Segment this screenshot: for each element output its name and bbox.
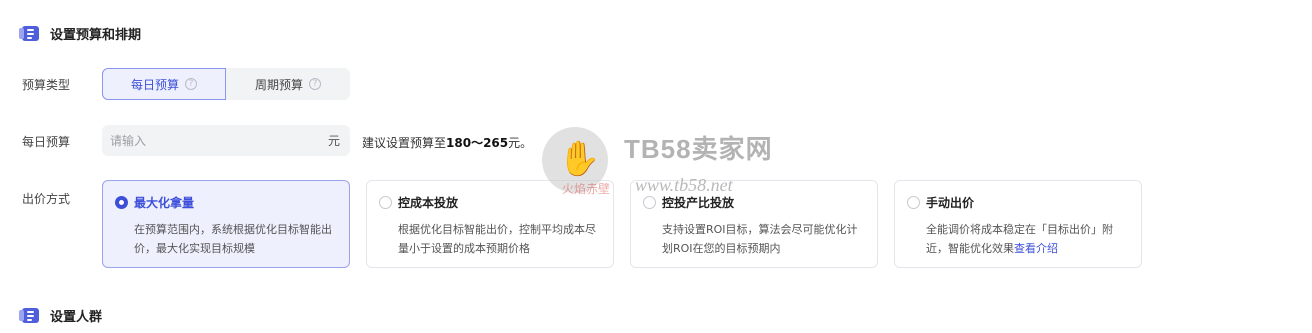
view-intro-link[interactable]: 查看介绍: [1014, 242, 1058, 255]
budget-type-toggle: 每日预算 ? 周期预算 ?: [102, 68, 350, 100]
card-head: 最大化拿量: [115, 194, 194, 211]
help-icon[interactable]: ?: [309, 78, 321, 90]
bid-card-manual[interactable]: 手动出价 全能调价将成本稳定在「目标出价」附近，智能优化效果查看介绍: [894, 180, 1142, 268]
suggestion-suffix: 元。: [508, 136, 533, 150]
daily-budget-field: 元: [102, 125, 350, 156]
radio[interactable]: [643, 196, 656, 209]
card-title: 控成本投放: [398, 196, 459, 210]
bid-method-label: 出价方式: [22, 192, 71, 206]
option-label: 每日预算: [130, 77, 179, 92]
section-title: 设置预算和排期: [50, 28, 142, 43]
suggestion-range: 180～265: [446, 136, 509, 150]
section-title: 设置人群: [50, 310, 103, 325]
radio[interactable]: [907, 196, 920, 209]
budget-suggestion: 建议设置预算至180～265元。: [362, 134, 532, 151]
card-head: 手动出价: [907, 194, 974, 211]
card-title: 最大化拿量: [134, 196, 195, 210]
section-icon: [19, 26, 39, 41]
card-title: 控投产比投放: [662, 196, 735, 210]
section-icon: [19, 308, 39, 323]
hand-icon: ✋: [558, 139, 601, 179]
suggestion-prefix: 建议设置预算至: [362, 136, 447, 150]
card-desc: 在预算范围内，系统根据优化目标智能出价，最大化实现目标规模: [134, 223, 332, 255]
radio[interactable]: [379, 196, 392, 209]
daily-budget-label: 每日预算: [22, 135, 71, 149]
card-title: 手动出价: [926, 196, 975, 210]
card-desc: 根据优化目标智能出价，控制平均成本尽量小于设置的成本预期价格: [398, 223, 596, 255]
period-budget-option[interactable]: 周期预算 ?: [226, 68, 350, 100]
bid-card-roi-control[interactable]: 控投产比投放 支持设置ROI目标，算法会尽可能优化计划ROI在您的目标预期内: [630, 180, 878, 268]
card-desc: 全能调价将成本稳定在「目标出价」附近，智能优化效果查看介绍: [926, 220, 1131, 258]
section-header-audience: 设置人群: [19, 306, 103, 325]
daily-budget-option[interactable]: 每日预算 ?: [102, 68, 226, 100]
card-desc: 支持设置ROI目标，算法会尽可能优化计划ROI在您的目标预期内: [662, 223, 858, 255]
card-head: 控投产比投放: [643, 194, 734, 211]
watermark-title: TB58卖家网: [624, 134, 773, 164]
bid-card-max-volume[interactable]: 最大化拿量 在预算范围内，系统根据优化目标智能出价，最大化实现目标规模: [102, 180, 350, 268]
card-head: 控成本投放: [379, 194, 458, 211]
bid-card-cost-control[interactable]: 控成本投放 根据优化目标智能出价，控制平均成本尽量小于设置的成本预期价格: [366, 180, 614, 268]
daily-budget-input[interactable]: [110, 133, 328, 148]
budget-type-label: 预算类型: [22, 78, 71, 92]
radio-selected[interactable]: [115, 196, 128, 209]
currency-unit: 元: [327, 134, 340, 148]
help-icon[interactable]: ?: [185, 78, 197, 90]
section-header-budget: 设置预算和排期: [19, 24, 142, 43]
option-label: 周期预算: [254, 77, 303, 92]
